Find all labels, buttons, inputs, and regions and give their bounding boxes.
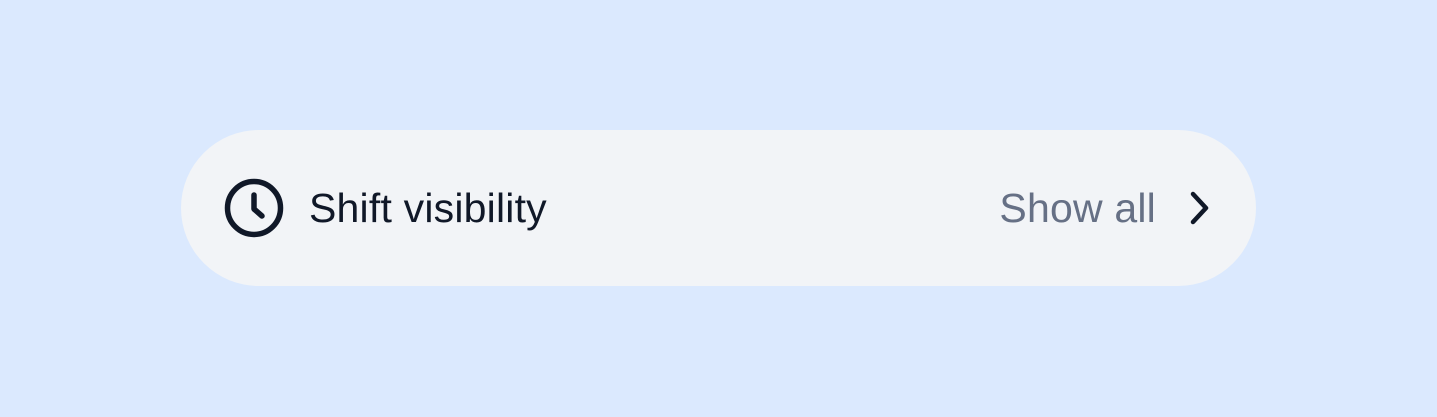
show-all-label[interactable]: Show all [999,187,1156,229]
row-right-group[interactable]: Show all [999,187,1214,229]
shift-visibility-row[interactable]: Shift visibility Show all [181,130,1256,286]
row-left-group: Shift visibility [223,177,547,239]
clock-icon [223,177,285,239]
chevron-right-icon[interactable] [1184,188,1214,228]
row-title: Shift visibility [309,184,547,231]
